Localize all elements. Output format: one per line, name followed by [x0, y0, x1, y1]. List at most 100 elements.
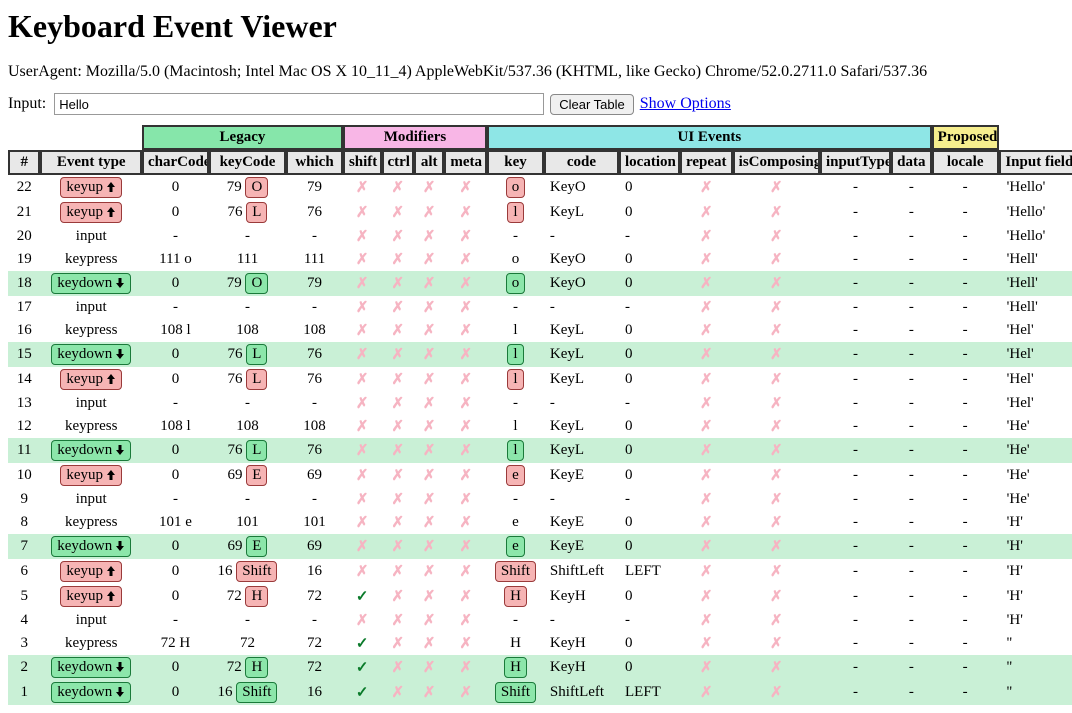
cell: e: [487, 534, 544, 559]
col-shift: shift: [343, 150, 382, 175]
cell: 0: [619, 463, 680, 488]
dash: -: [909, 684, 914, 700]
event-pill: H: [504, 657, 527, 678]
cell: -: [932, 225, 999, 248]
cell: 'H': [999, 534, 1072, 559]
cell: ✗: [680, 632, 733, 655]
cell: -: [891, 271, 932, 296]
dash: -: [625, 491, 630, 507]
show-options-link[interactable]: Show Options: [640, 95, 731, 113]
cell: -: [932, 463, 999, 488]
event-pill: l: [507, 344, 523, 365]
dash: -: [909, 299, 914, 315]
cell: ✗: [382, 534, 414, 559]
col-inputtype: inputType: [820, 150, 891, 175]
dash: -: [853, 204, 858, 220]
cell: ✗: [382, 342, 414, 367]
x-icon: ✗: [423, 515, 436, 531]
cell: ✗: [444, 680, 487, 705]
cell: ✗: [382, 609, 414, 632]
cell: 0: [142, 584, 209, 609]
cell: 10: [8, 463, 40, 488]
event-pill: keydown: [51, 682, 131, 703]
dash: -: [963, 467, 968, 483]
cell: -: [932, 367, 999, 392]
cell: ✗: [343, 438, 382, 463]
cell: 'He': [999, 488, 1072, 511]
dash: -: [853, 395, 858, 411]
cell: 0: [142, 463, 209, 488]
event-pill: l: [507, 440, 523, 461]
event-pill: E: [246, 465, 267, 486]
cell: 72 H: [209, 655, 286, 680]
cell: 0: [142, 175, 209, 200]
cell: -: [820, 511, 891, 534]
x-icon: ✗: [700, 443, 713, 459]
x-icon: ✗: [700, 515, 713, 531]
cell: -: [820, 367, 891, 392]
event-input[interactable]: [54, 93, 544, 115]
cell: 8: [8, 511, 40, 534]
cell: -: [209, 609, 286, 632]
cell: LEFT: [619, 559, 680, 584]
x-icon: ✗: [700, 229, 713, 245]
dash: -: [312, 299, 317, 315]
cell: ✗: [680, 225, 733, 248]
cell: 'H': [999, 584, 1072, 609]
dash: -: [909, 204, 914, 220]
event-pill: keyup: [60, 369, 122, 390]
col-alt: alt: [414, 150, 444, 175]
cell: 0: [142, 438, 209, 463]
cell: ✗: [414, 225, 444, 248]
x-icon: ✗: [770, 323, 783, 339]
table-row: 20input---✗✗✗✗---✗✗---'Hello': [8, 225, 1072, 248]
cell: 0: [619, 632, 680, 655]
x-icon: ✗: [770, 613, 783, 629]
cell: 1: [8, 680, 40, 705]
cell: H: [487, 655, 544, 680]
x-icon: ✗: [391, 396, 404, 412]
x-icon: ✗: [700, 419, 713, 435]
cell: -: [820, 584, 891, 609]
cell: -: [544, 392, 619, 415]
cell: ✗: [680, 488, 733, 511]
cell: Shift: [487, 680, 544, 705]
x-icon: ✗: [459, 396, 472, 412]
cell: ✗: [733, 655, 820, 680]
cell: -: [820, 319, 891, 342]
col-code: code: [544, 150, 619, 175]
cell: ✗: [444, 438, 487, 463]
cell: 'Hel': [999, 392, 1072, 415]
dash: -: [173, 299, 178, 315]
x-icon: ✗: [356, 492, 369, 508]
cell: 0: [619, 271, 680, 296]
cell: 0: [142, 680, 209, 705]
x-icon: ✗: [423, 180, 436, 196]
cell: 76: [286, 342, 343, 367]
x-icon: ✗: [770, 372, 783, 388]
cell: ✗: [343, 248, 382, 271]
cell: ✗: [382, 438, 414, 463]
dash: -: [853, 299, 858, 315]
cell: 16 Shift: [209, 559, 286, 584]
cell: -: [544, 225, 619, 248]
cell: 'Hel': [999, 319, 1072, 342]
group-modifiers: Modifiers: [343, 125, 487, 150]
cell: KeyL: [544, 342, 619, 367]
cell: -: [820, 296, 891, 319]
x-icon: ✗: [770, 443, 783, 459]
header-columns-row: # Event type charCode keyCode which shif…: [8, 150, 1072, 175]
clear-table-button[interactable]: Clear Table: [550, 94, 634, 115]
cell: -: [619, 609, 680, 632]
cell: -: [932, 511, 999, 534]
cell: -: [820, 392, 891, 415]
dash: -: [963, 442, 968, 458]
cell: 16: [8, 319, 40, 342]
x-icon: ✗: [423, 468, 436, 484]
cell: -: [932, 271, 999, 296]
cell: ✗: [343, 367, 382, 392]
cell: KeyO: [544, 248, 619, 271]
table-row: 3keypress72 H7272✓✗✗✗HKeyH0✗✗---'': [8, 632, 1072, 655]
cell: ✗: [414, 534, 444, 559]
cell: KeyL: [544, 438, 619, 463]
